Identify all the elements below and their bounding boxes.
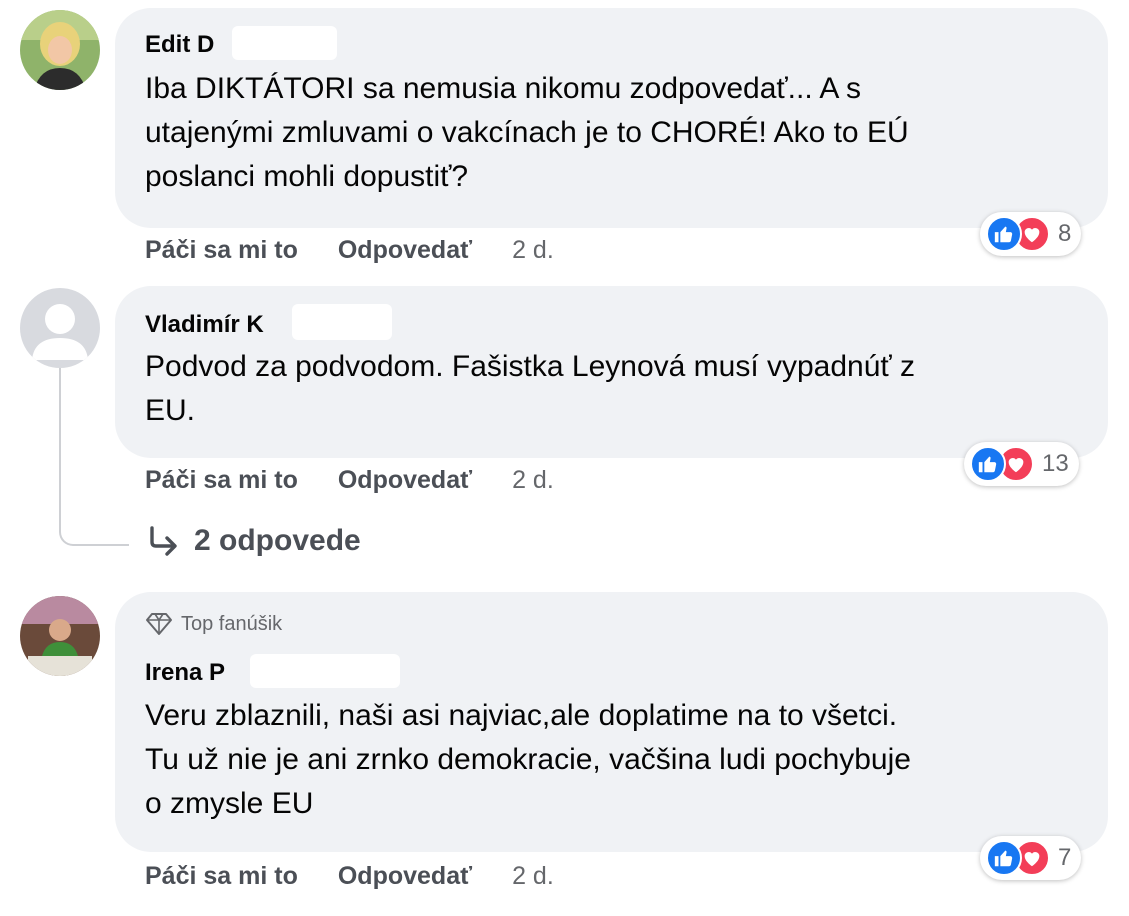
- comment-line: Iba DIKTÁTORI sa nemusia nikomu zodpoved…: [145, 72, 862, 105]
- timestamp[interactable]: 2 d.: [512, 236, 554, 265]
- comment-line: EU.: [145, 394, 196, 427]
- like-icon: [986, 840, 1022, 876]
- badge-label: Top fanúšik: [181, 612, 283, 635]
- comment-actions: Páči sa mi to Odpovedať 2 d.: [145, 466, 554, 495]
- comment-line: o zmysle EU: [145, 787, 314, 820]
- reaction-count: 13: [1042, 450, 1069, 477]
- replies-count-label: 2 odpovede: [194, 524, 361, 557]
- comment-text: Podvod za podvodom. Fašistka Leynová mus…: [145, 345, 915, 433]
- like-button[interactable]: Páči sa mi to: [145, 466, 298, 495]
- comment-line: utajenými zmluvami o vakcínach je to CHO…: [145, 116, 909, 149]
- comment-actions: Páči sa mi to Odpovedať 2 d.: [145, 236, 554, 265]
- comment-author[interactable]: Edit D: [145, 31, 214, 59]
- comment-text: Veru zblaznili, naši asi najviac,ale dop…: [145, 694, 911, 826]
- timestamp[interactable]: 2 d.: [512, 862, 554, 891]
- comment-line: Podvod za podvodom. Fašistka Leynová mus…: [145, 350, 916, 383]
- like-button[interactable]: Páči sa mi to: [145, 236, 298, 265]
- reaction-count: 8: [1058, 220, 1072, 247]
- comment-author[interactable]: Vladimír K: [145, 311, 264, 339]
- avatar[interactable]: [20, 10, 100, 90]
- like-icon: [986, 216, 1022, 252]
- comment-text: Iba DIKTÁTORI sa nemusia nikomu zodpoved…: [145, 67, 909, 199]
- avatar[interactable]: [20, 596, 100, 676]
- avatar-photo-icon: [20, 10, 100, 90]
- reply-button[interactable]: Odpovedať: [338, 862, 472, 891]
- diamond-icon: [146, 613, 172, 635]
- like-button[interactable]: Páči sa mi to: [145, 862, 298, 891]
- reaction-count: 7: [1058, 844, 1072, 871]
- redaction-block: [232, 26, 337, 60]
- like-icon: [970, 446, 1006, 482]
- comment-line: Veru zblaznili, naši asi najviac,ale dop…: [145, 699, 898, 732]
- comment-author[interactable]: Irena P: [145, 659, 225, 687]
- reply-arrow-icon: [150, 526, 177, 556]
- comment-line: Tu už nie je ani zrnko demokracie, vačši…: [145, 743, 911, 776]
- timestamp[interactable]: 2 d.: [512, 466, 554, 495]
- default-avatar-icon: [20, 288, 100, 368]
- view-replies-link[interactable]: 2 odpovede: [146, 524, 361, 558]
- reply-button[interactable]: Odpovedať: [338, 236, 472, 265]
- comment-actions: Páči sa mi to Odpovedať 2 d.: [145, 862, 554, 891]
- reaction-summary[interactable]: 13: [964, 442, 1079, 486]
- reaction-summary[interactable]: 8: [980, 212, 1082, 256]
- top-fan-badge: Top fanúšik: [145, 612, 282, 636]
- redaction-block: [250, 654, 400, 688]
- avatar-photo-icon: [20, 596, 100, 676]
- reply-button[interactable]: Odpovedať: [338, 466, 472, 495]
- avatar[interactable]: [20, 288, 100, 368]
- comment-line: poslanci mohli dopustiť?: [145, 160, 469, 193]
- reaction-summary[interactable]: 7: [980, 836, 1082, 880]
- redaction-block: [292, 304, 392, 340]
